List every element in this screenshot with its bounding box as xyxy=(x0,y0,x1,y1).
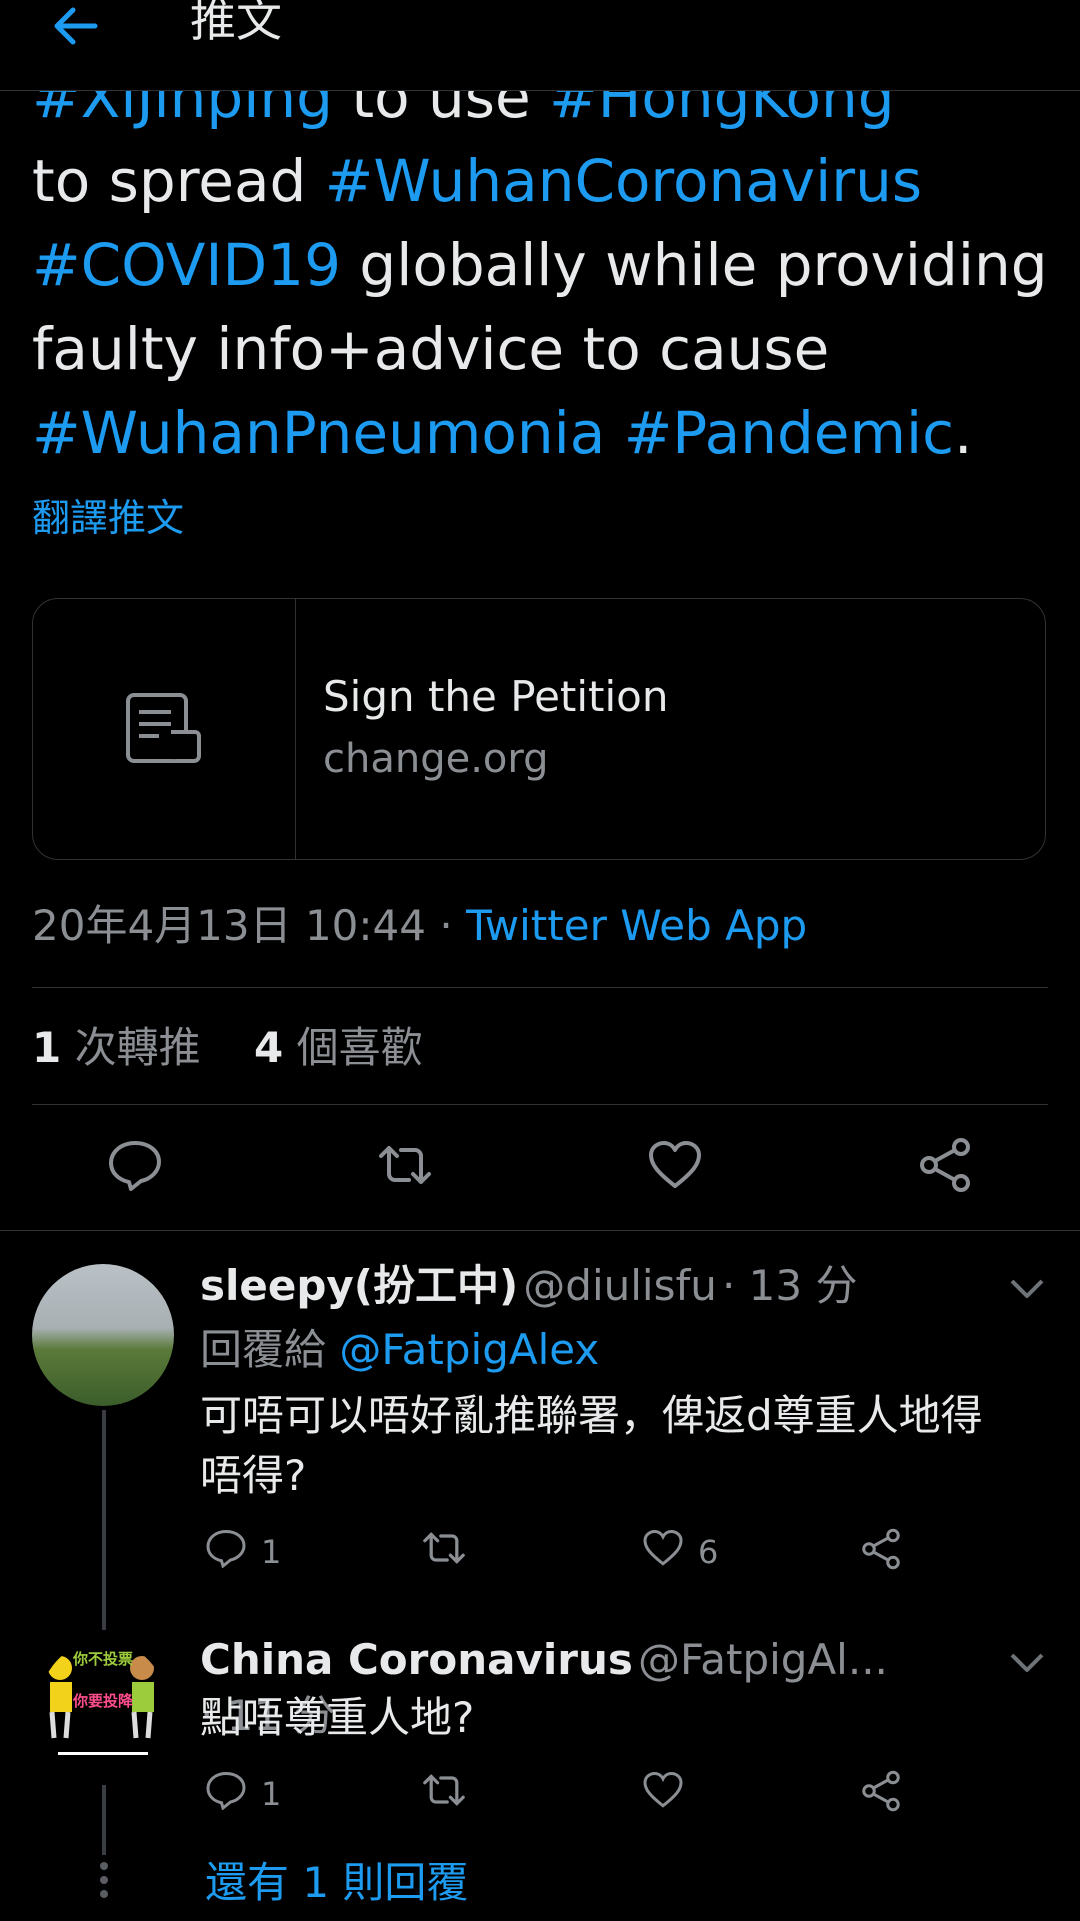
reply-time: · 13 分 xyxy=(721,1261,858,1310)
reply-to-handle[interactable]: @FatpigAlex xyxy=(339,1325,599,1374)
card-thumbnail xyxy=(33,599,296,859)
share-icon xyxy=(860,1528,902,1578)
heart-icon xyxy=(642,1770,684,1818)
reply-count: 1 xyxy=(261,1533,282,1571)
reply-text: 點唔尊重人地? xyxy=(200,1693,475,1742)
tweet-text-fragment: globally while providing xyxy=(340,231,1048,299)
thread-line xyxy=(102,1410,106,1630)
translate-tweet-link[interactable]: 翻譯推文 xyxy=(32,492,184,544)
tweet-text-fragment: . xyxy=(953,399,973,467)
reply-text-line: 可唔可以唔好亂推聯署，俾返d尊重人地得 xyxy=(200,1391,983,1440)
divider xyxy=(32,987,1048,988)
divider xyxy=(32,1104,1048,1105)
likes-stat[interactable]: 4 個喜歡 xyxy=(254,1023,423,1072)
reply-author-name[interactable]: China Coronavirus xyxy=(200,1635,633,1684)
retweet-count: 1 xyxy=(32,1023,62,1072)
tweet-text-fragment: to spread xyxy=(32,147,325,215)
divider xyxy=(0,1230,1080,1231)
reply-retweet-button[interactable] xyxy=(420,1528,468,1576)
reply-header: sleepy(扮工中) @diulisfu · 13 分 xyxy=(200,1258,1000,1314)
share-icon xyxy=(860,1770,902,1820)
back-arrow-icon[interactable] xyxy=(40,0,110,56)
hashtag-link[interactable]: #Pandemic xyxy=(624,399,954,467)
chevron-down-icon[interactable] xyxy=(1002,1264,1052,1314)
link-card[interactable]: Sign the Petition change.org xyxy=(32,598,1046,860)
reply-reply-button[interactable]: 1 xyxy=(205,1770,281,1818)
thread-line xyxy=(102,1785,106,1855)
reply-share-button[interactable] xyxy=(860,1770,902,1820)
reply-reply-button[interactable]: 1 xyxy=(205,1528,281,1576)
chevron-down-icon[interactable] xyxy=(1002,1638,1052,1688)
retweet-icon xyxy=(420,1770,468,1818)
cartoon-avatar-icon: 你不投票 你要投降 xyxy=(38,1640,168,1780)
reply-author-handle: @diulisfu xyxy=(523,1261,717,1310)
avatar-text-top: 你不投票 xyxy=(72,1650,133,1668)
reply-to-label: 回覆給 xyxy=(200,1325,327,1374)
like-button[interactable] xyxy=(630,1122,720,1212)
top-bar: 推文 xyxy=(0,0,1080,91)
thread-dot xyxy=(100,1876,108,1884)
tweet-stats: 1 次轉推 4 個喜歡 xyxy=(32,1020,423,1076)
hashtag-link[interactable]: #WuhanPneumonia xyxy=(32,399,605,467)
avatar[interactable]: 你不投票 你要投降 xyxy=(38,1640,168,1780)
reply-author-name[interactable]: sleepy(扮工中) xyxy=(200,1261,518,1310)
reply-like-button[interactable] xyxy=(642,1770,684,1818)
tweet-text: #XiJinping to use #HongKong to spread #W… xyxy=(32,55,1052,475)
reply-text: 可唔可以唔好亂推聯署，俾返d尊重人地得 唔得? xyxy=(200,1386,1040,1506)
retweet-button[interactable] xyxy=(360,1122,450,1212)
card-domain: change.org xyxy=(323,736,549,782)
retweet-label: 次轉推 xyxy=(74,1023,201,1072)
reply-count: 1 xyxy=(261,1775,282,1813)
reply-button[interactable] xyxy=(90,1122,180,1212)
reply-icon xyxy=(205,1770,247,1818)
like-count: 6 xyxy=(698,1533,719,1571)
tweet-source-link[interactable]: Twitter Web App xyxy=(466,901,807,950)
reply-share-button[interactable] xyxy=(860,1528,902,1578)
retweets-stat[interactable]: 1 次轉推 xyxy=(32,1023,201,1072)
card-title: Sign the Petition xyxy=(323,672,669,721)
reply-icon xyxy=(107,1139,163,1195)
share-button[interactable] xyxy=(900,1122,990,1212)
like-count: 4 xyxy=(254,1023,284,1072)
retweet-icon xyxy=(375,1140,435,1194)
separator-dot: · xyxy=(439,901,453,950)
thread-dot xyxy=(100,1862,108,1870)
heart-icon xyxy=(642,1528,684,1576)
reply-icon xyxy=(205,1528,247,1576)
tweet-text-fragment: faulty info+advice to cause xyxy=(32,315,830,383)
heart-icon xyxy=(647,1140,703,1194)
tweet-timestamp: 20年4月13日 10:44 xyxy=(32,901,426,950)
avatar-text-bottom: 你要投降 xyxy=(72,1692,134,1710)
hashtag-link[interactable]: #WuhanCoronavirus xyxy=(325,147,922,215)
reply-like-button[interactable]: 6 xyxy=(642,1528,718,1576)
tweet-text-fragment xyxy=(605,399,623,467)
retweet-icon xyxy=(420,1528,468,1576)
avatar[interactable] xyxy=(32,1264,174,1406)
hashtag-link[interactable]: #COVID19 xyxy=(32,231,341,299)
reply-text-line: 唔得? xyxy=(200,1451,307,1500)
reply-retweet-button[interactable] xyxy=(420,1770,468,1818)
reply-to-line: 回覆給 @FatpigAlex xyxy=(200,1322,599,1378)
share-icon xyxy=(917,1137,973,1197)
thread-dot xyxy=(100,1890,108,1898)
likes-label: 個喜歡 xyxy=(296,1023,423,1072)
reply-author-handle: @FatpigAl... xyxy=(637,1635,888,1684)
page-title: 推文 xyxy=(190,0,282,47)
tweet-timestamp-row: 20年4月13日 10:44 · Twitter Web App xyxy=(32,898,807,954)
show-more-replies-link[interactable]: 還有 1 則回覆 xyxy=(205,1855,468,1911)
document-icon xyxy=(125,692,203,768)
